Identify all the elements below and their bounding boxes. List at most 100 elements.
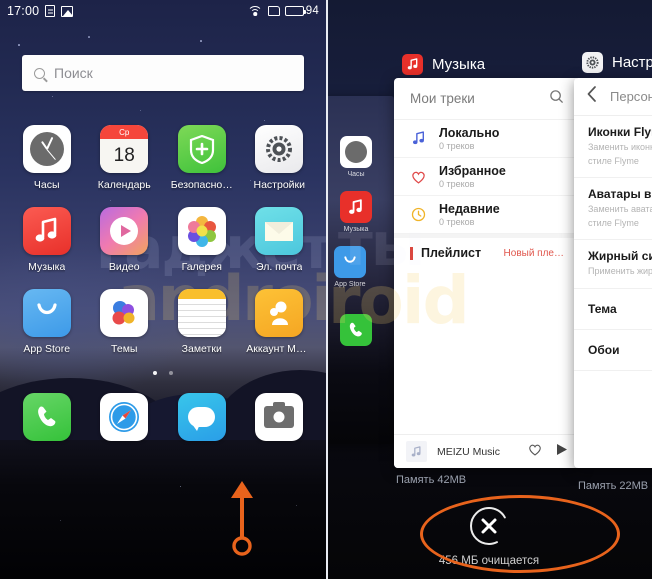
heart-outline-icon[interactable] (528, 443, 542, 461)
app-icon-account[interactable]: Аккаунт Ме… (246, 289, 312, 355)
app-icon-gallery[interactable]: Галерея (169, 207, 235, 273)
home-card-app-label: Часы (347, 171, 365, 178)
settings-section-label: Персона… (610, 89, 652, 104)
chevron-left-icon[interactable] (586, 86, 598, 107)
annotation-up-arrow (225, 478, 259, 556)
item-title: Недавние (439, 201, 500, 216)
item-subtitle: 0 треков (439, 141, 475, 152)
my-tracks-label: Мои треки (410, 91, 475, 106)
heart-icon (410, 170, 427, 184)
dock-icon-messages[interactable]: Сообщения (169, 393, 235, 459)
battery-icon: 94 (284, 5, 319, 17)
item-title: Жирный сис (588, 249, 652, 263)
app-label: Видео (108, 261, 140, 273)
item-subtitle: Заменить аватар стиле Flyme (588, 204, 652, 228)
playlist-label: Плейлист (421, 246, 482, 260)
recent-card-settings[interactable]: Персона… Иконки Flym Заменить иконк стил… (574, 78, 652, 468)
app-label: Безопасно… (170, 179, 233, 191)
app-row-3: App Store Темы Заметки Аккаунт Ме… (0, 289, 326, 355)
notes-icon (177, 289, 226, 337)
play-icon[interactable] (556, 443, 568, 461)
calendar-day: 18 (100, 139, 149, 173)
dock: Телефон Браузер Сообщения Камера (0, 375, 326, 459)
item-title: Обои (588, 342, 620, 357)
new-playlist-button[interactable]: Новый пле… (504, 248, 564, 259)
app-icon-mail[interactable]: Эл. почта (246, 207, 312, 273)
card-title-label: Музыка (432, 56, 486, 73)
settings-list-item[interactable]: Жирный сис Применить жирн (574, 240, 652, 289)
app-icon-app-store[interactable]: App Store (14, 289, 80, 355)
settings-card-header: Персона… (574, 78, 652, 116)
app-label: Аккаунт Ме… (246, 343, 313, 355)
search-input[interactable]: Поиск (22, 55, 304, 91)
app-icon-themes[interactable]: Темы (91, 289, 157, 355)
item-title: Аватары в ст (588, 187, 652, 201)
music-list-item[interactable]: Избранное 0 треков (394, 158, 580, 196)
app-label: Заметки (181, 343, 222, 355)
home-card-app-clock[interactable]: Часы (340, 136, 372, 178)
card-title-label: Настро… (612, 54, 652, 71)
clock-icon (340, 136, 372, 168)
music-note-icon (402, 54, 423, 75)
search-icon[interactable] (549, 89, 564, 109)
app-icon-security[interactable]: Безопасно… (169, 125, 235, 191)
app-icon-video[interactable]: Видео (91, 207, 157, 273)
music-note-icon (22, 207, 71, 255)
search-icon (34, 67, 45, 79)
dock-icon-phone[interactable]: Телефон (14, 393, 80, 459)
settings-list-item[interactable]: Аватары в ст Заменить аватар стиле Flyme (574, 178, 652, 240)
gallery-flower-icon (177, 207, 226, 255)
music-list-item[interactable]: Локально 0 треков (394, 120, 580, 158)
recent-card-title-music: Музыка (402, 54, 485, 75)
now-playing-title: MEIZU Music (437, 445, 500, 458)
app-grid: Часы Ср 18 Календарь Безопасно… Настройк… (0, 91, 326, 355)
music-note-icon (410, 131, 427, 146)
app-label: Календарь (97, 179, 151, 191)
app-label: Музыка (28, 261, 66, 273)
music-card-header: Мои треки (394, 78, 580, 120)
camera-icon (255, 393, 304, 441)
item-title: Локально (439, 125, 500, 140)
settings-gear-icon (255, 125, 304, 173)
image-icon (61, 5, 74, 17)
recent-card-title-settings: Настро… (582, 52, 652, 73)
dock-icon-browser[interactable]: Браузер (91, 393, 157, 459)
app-label: Настройки (253, 179, 306, 191)
app-icon-calendar[interactable]: Ср 18 Календарь (91, 125, 157, 191)
app-row-1: Часы Ср 18 Календарь Безопасно… Настройк… (0, 125, 326, 191)
app-label: Часы (33, 179, 60, 191)
status-bar: 17:00 94 (0, 0, 326, 22)
calendar-weekday: Ср (100, 125, 149, 139)
safari-compass-icon (100, 393, 149, 441)
home-screen-panel: 17:00 94 Поиск гаджеты android (0, 0, 326, 579)
watermark-line-2: roid (328, 262, 470, 339)
music-player-bar[interactable]: MEIZU Music (394, 434, 580, 468)
search-placeholder: Поиск (54, 65, 93, 81)
app-label: App Store (23, 343, 71, 355)
themes-circles-icon (100, 289, 149, 337)
battery-percent: 94 (305, 5, 319, 17)
item-title: Тема (588, 301, 617, 316)
item-subtitle: Применить жирн (588, 266, 652, 276)
calendar-icon: Ср 18 (100, 125, 149, 173)
video-play-icon (100, 207, 149, 255)
item-subtitle: Заменить иконк стиле Flyme (588, 142, 652, 166)
app-row-2: Музыка Видео Галерея Эл. почта (0, 207, 326, 273)
app-icon-notes[interactable]: Заметки (169, 289, 235, 355)
item-title: Иконки Flym (588, 125, 652, 139)
status-time: 17:00 (7, 4, 40, 18)
document-icon (45, 5, 56, 17)
panel-divider (326, 0, 328, 579)
message-bubble-icon (177, 393, 226, 441)
app-icon-settings[interactable]: Настройки (246, 125, 312, 191)
app-store-bag-icon (22, 289, 71, 337)
settings-list-item[interactable]: Обои (574, 330, 652, 371)
settings-list-item[interactable]: Иконки Flym Заменить иконк стиле Flyme (574, 116, 652, 178)
sim-icon (267, 6, 280, 16)
app-icon-clock[interactable]: Часы (14, 125, 80, 191)
app-icon-music[interactable]: Музыка (14, 207, 80, 273)
dock-icon-camera[interactable]: Камера (246, 393, 312, 459)
clock-icon (22, 125, 71, 173)
memory-label-settings: Память 22MB (578, 480, 649, 492)
settings-list-item[interactable]: Тема (574, 289, 652, 330)
